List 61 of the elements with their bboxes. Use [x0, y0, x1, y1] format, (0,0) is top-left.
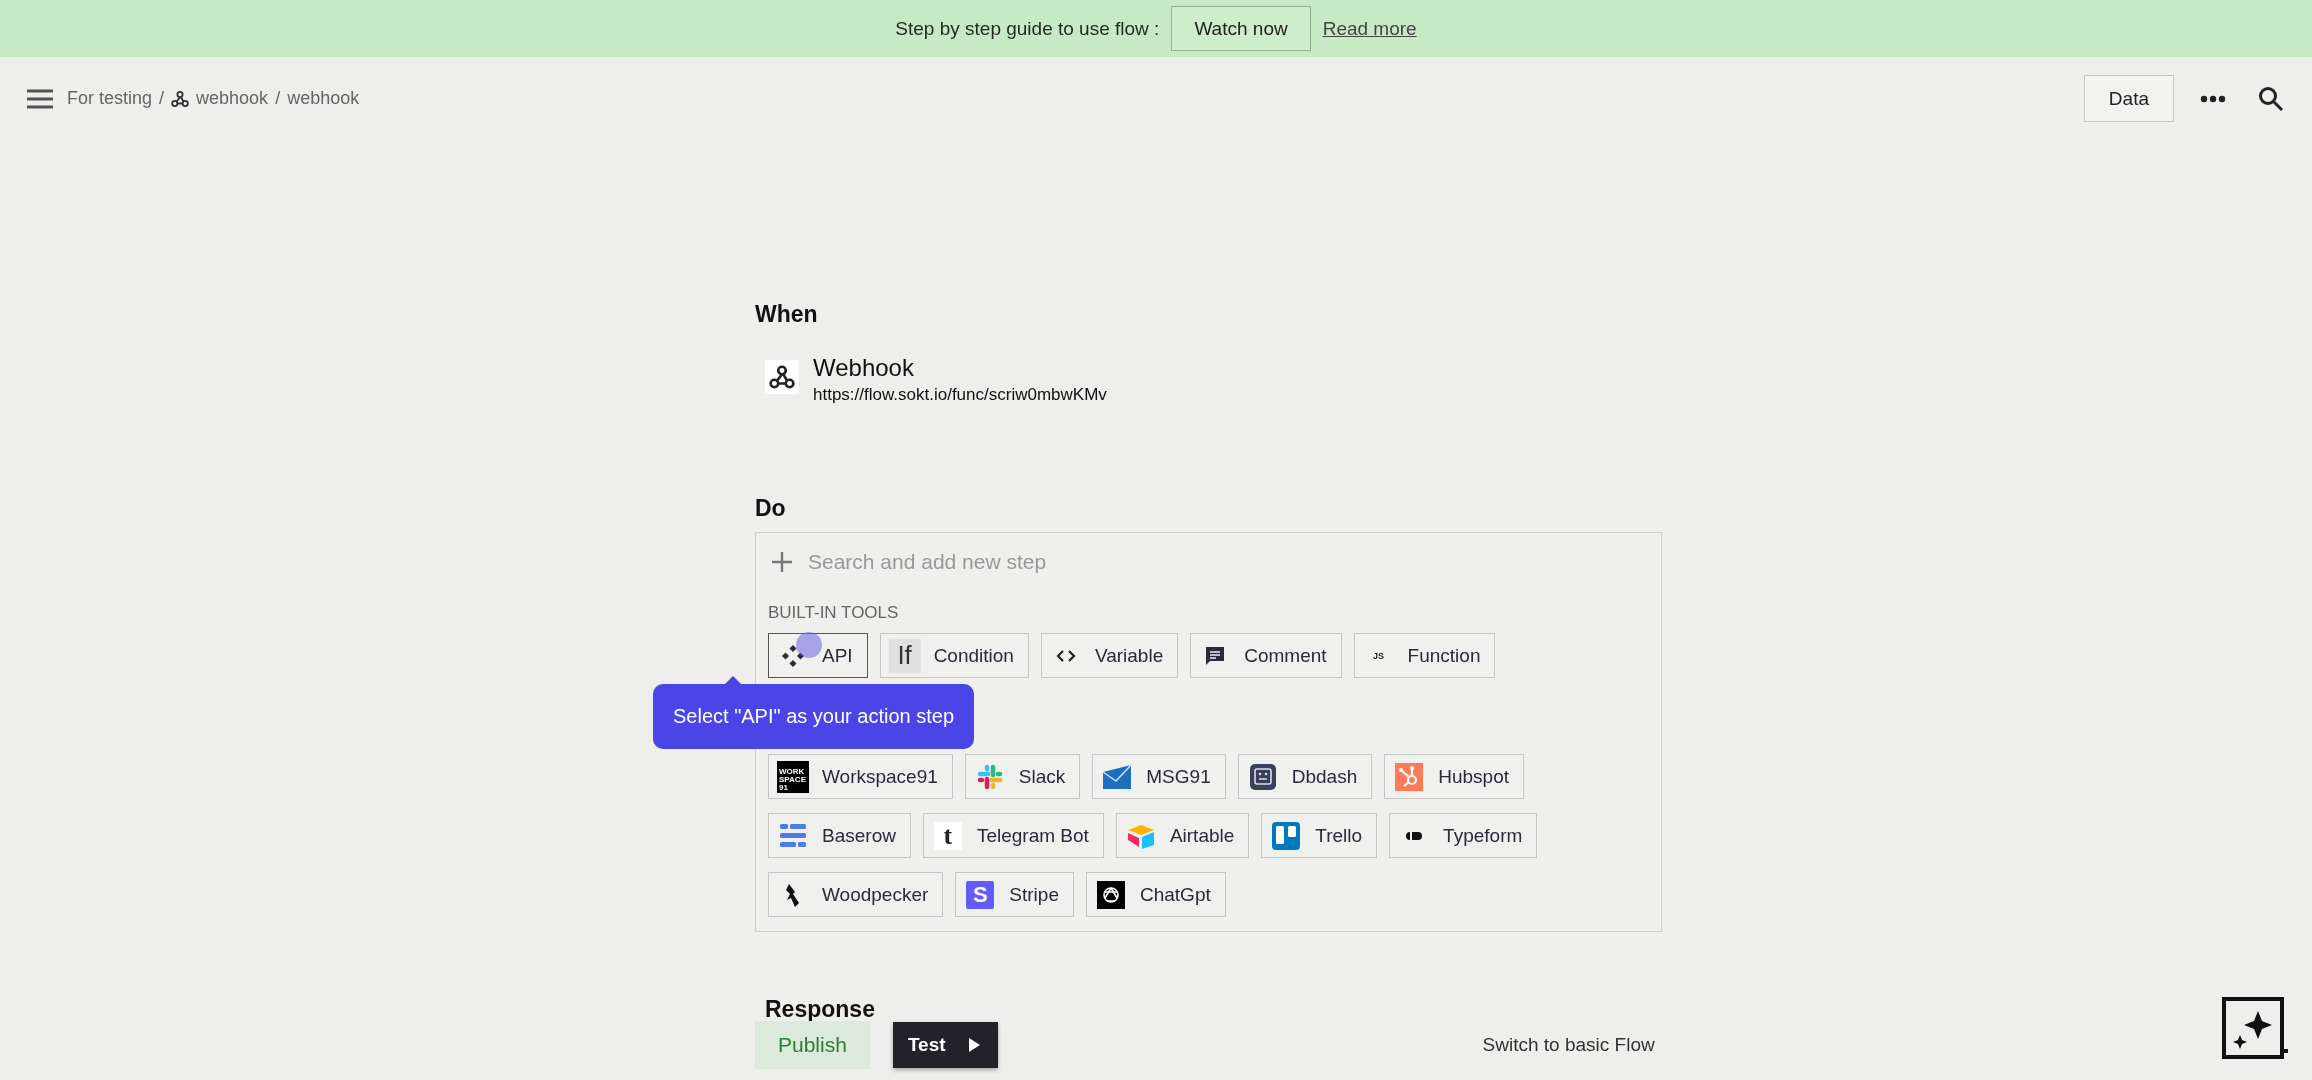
logo-icon: WORK SPACE 91 — [777, 760, 809, 793]
tool-chip[interactable]: Variable — [1040, 633, 1179, 678]
breadcrumb-link[interactable]: webhook — [196, 88, 269, 109]
bars-icon — [779, 821, 807, 850]
group-heading: BUILT-IN TOOLS — [768, 603, 900, 623]
trigger-title: Webhook — [813, 354, 915, 382]
search-icon[interactable] — [2258, 85, 2284, 112]
click-indicator — [796, 632, 822, 658]
more-icon[interactable] — [2200, 94, 2226, 103]
tool-chip[interactable]: WORK SPACE 91 Workspace91 — [768, 754, 953, 799]
envelope-icon — [1102, 763, 1133, 790]
publish-button[interactable]: Publish — [755, 1021, 870, 1069]
search-field[interactable]: Search and add new step — [808, 550, 1508, 574]
tool-chip[interactable]: Woodpecker — [768, 872, 944, 917]
if-icon: If — [888, 638, 921, 673]
read-more-link[interactable]: Read more — [1322, 17, 1417, 40]
box-icon — [1125, 822, 1156, 849]
sprocket-icon — [1395, 762, 1424, 791]
section-heading: Response — [765, 996, 876, 1023]
test-button[interactable]: Test — [892, 1022, 998, 1068]
trigger-url: https://flow.sokt.io/func/scriw0mbwKMv — [813, 385, 1107, 405]
banner-text: Step by step guide to use flow : — [895, 17, 1160, 40]
tool-chip[interactable]: Hubspot — [1384, 754, 1524, 799]
tool-chip[interactable]: ChatGpt — [1085, 872, 1226, 917]
board-icon — [1272, 821, 1301, 850]
breadcrumb-separator: / — [275, 88, 281, 109]
watch-now-button[interactable]: Watch now — [1171, 6, 1311, 51]
js-icon: JS — [1366, 647, 1391, 664]
breadcrumb-link[interactable]: For testing — [67, 88, 153, 109]
section-heading: When — [755, 301, 819, 328]
tool-chip[interactable]: Airtable — [1115, 813, 1250, 858]
s-icon: S — [966, 880, 995, 909]
tool-chip[interactable]: Baserow — [768, 813, 911, 858]
data-button[interactable]: Data — [2083, 75, 2174, 122]
tool-chip[interactable]: Trello — [1261, 813, 1378, 858]
tool-chip[interactable]: t Telegram Bot — [922, 813, 1104, 858]
tool-chip[interactable]: If Condition — [879, 633, 1029, 678]
plus-icon — [772, 552, 792, 572]
nodes-icon — [769, 364, 795, 390]
section-heading: Do — [755, 495, 787, 522]
breadcrumb-link[interactable]: webhook — [287, 88, 360, 109]
diamonds-icon — [781, 643, 805, 668]
switch-flow-link[interactable]: Switch to basic Flow — [1482, 1034, 1655, 1056]
nodes-icon — [171, 89, 190, 108]
tool-chip[interactable]: API — [768, 633, 868, 678]
tool-chip[interactable]: Comment — [1190, 633, 1342, 678]
t-icon: t — [933, 821, 962, 850]
screen-face-icon — [1248, 762, 1277, 791]
menu-icon[interactable] — [26, 87, 54, 110]
tool-chip[interactable]: MSG91 — [1092, 754, 1226, 799]
tool-chip[interactable]: JS Function — [1353, 633, 1496, 678]
tool-chip[interactable]: Typeform — [1389, 813, 1538, 858]
tool-chip[interactable]: S Stripe — [955, 872, 1074, 917]
breadcrumb-separator: / — [159, 88, 165, 109]
play-icon — [967, 1038, 980, 1052]
tool-chip[interactable]: Slack — [964, 754, 1081, 799]
tooltip: Select "API" as your action step — [653, 684, 974, 749]
hash-icon — [975, 762, 1004, 791]
knot-icon — [1096, 880, 1125, 909]
tool-chip[interactable]: Dbdash — [1237, 754, 1373, 799]
pill-icon — [1405, 830, 1424, 841]
